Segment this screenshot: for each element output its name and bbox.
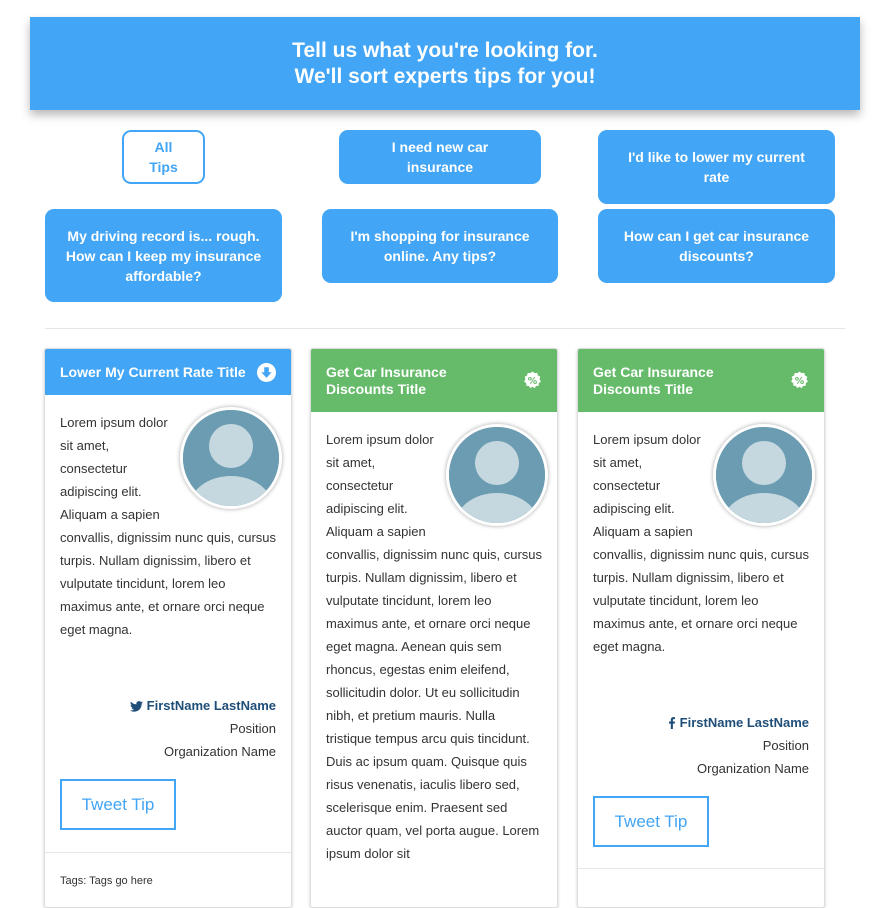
author-name-text: FirstName LastName bbox=[146, 698, 276, 713]
filter-discounts[interactable]: How can I get car insurance discounts? bbox=[598, 209, 835, 283]
facebook-icon bbox=[668, 717, 675, 729]
download-arrow-icon bbox=[257, 362, 276, 382]
filter-label: I'm shopping for insurance online. Any t… bbox=[350, 228, 530, 264]
hero-banner: Tell us what you're looking for. We'll s… bbox=[30, 17, 860, 110]
author-avatar bbox=[713, 424, 815, 526]
filter-label: I need new car insurance bbox=[391, 139, 489, 175]
author-organization: Organization Name bbox=[697, 761, 809, 776]
card-body: Lorem ipsum dolor sit amet, consectetur … bbox=[326, 424, 548, 865]
percent-badge-icon: % bbox=[791, 371, 808, 389]
hero-title-line-1: Tell us what you're looking for. bbox=[292, 38, 598, 62]
card-body: Lorem ipsum dolor sit amet, consectetur … bbox=[593, 424, 815, 658]
card-separator bbox=[578, 868, 824, 869]
tweet-tip-button[interactable]: Tweet Tip bbox=[60, 779, 176, 830]
author-organization: Organization Name bbox=[164, 744, 276, 759]
card-title: Lower My Current Rate Title bbox=[60, 363, 246, 380]
filter-shopping-online[interactable]: I'm shopping for insurance online. Any t… bbox=[322, 209, 558, 283]
person-placeholder-icon bbox=[716, 427, 812, 523]
author-block: FirstName LastName Position Organization… bbox=[129, 694, 276, 763]
twitter-icon bbox=[129, 701, 143, 712]
svg-text:%: % bbox=[528, 376, 538, 387]
tweet-tip-label: Tweet Tip bbox=[81, 794, 155, 814]
tweet-tip-button[interactable]: Tweet Tip bbox=[593, 796, 709, 847]
section-divider bbox=[45, 328, 845, 329]
card-header: Lower My Current Rate Title bbox=[45, 349, 291, 395]
tip-card-lower-rate: Lower My Current Rate Title Lorem ipsum … bbox=[44, 348, 292, 908]
filter-driving-record[interactable]: My driving record is... rough. How can I… bbox=[45, 209, 282, 302]
card-header: Get Car Insurance Discounts Title % bbox=[311, 349, 557, 412]
card-tags: Tags: Tags go here bbox=[60, 875, 153, 887]
card-title: Get Car Insurance Discounts Title bbox=[593, 363, 714, 397]
author-avatar bbox=[446, 424, 548, 526]
filter-label: How can I get car insurance discounts? bbox=[623, 228, 810, 264]
hero-title-line-2: We'll sort experts tips for you! bbox=[294, 64, 596, 88]
card-title: Get Car Insurance Discounts Title bbox=[326, 363, 447, 397]
card-header: Get Car Insurance Discounts Title % bbox=[578, 349, 824, 412]
author-position: Position bbox=[229, 721, 276, 736]
filter-label: My driving record is... rough. How can I… bbox=[65, 227, 262, 284]
author-position: Position bbox=[762, 738, 809, 753]
person-placeholder-icon bbox=[449, 427, 545, 523]
author-name[interactable]: FirstName LastName bbox=[668, 711, 809, 734]
filter-new-car-insurance[interactable]: I need new car insurance bbox=[339, 130, 541, 184]
filter-all-tips[interactable]: All Tips bbox=[122, 130, 205, 184]
author-avatar bbox=[180, 407, 282, 509]
author-name[interactable]: FirstName LastName bbox=[129, 694, 276, 717]
svg-text:%: % bbox=[795, 376, 805, 387]
card-separator bbox=[45, 852, 291, 853]
tweet-tip-label: Tweet Tip bbox=[614, 811, 688, 831]
filter-label: I'd like to lower my current rate bbox=[628, 149, 805, 185]
author-name-text: FirstName LastName bbox=[679, 715, 809, 730]
tip-card-discounts: Get Car Insurance Discounts Title % Lore… bbox=[310, 348, 558, 908]
author-block: FirstName LastName Position Organization… bbox=[668, 711, 809, 780]
percent-badge-icon: % bbox=[524, 371, 541, 389]
filter-label: All Tips bbox=[149, 139, 178, 175]
card-body: Lorem ipsum dolor sit amet, consectetur … bbox=[60, 407, 282, 641]
filter-lower-rate[interactable]: I'd like to lower my current rate bbox=[598, 130, 835, 204]
person-placeholder-icon bbox=[183, 410, 279, 506]
tip-card-discounts-2: Get Car Insurance Discounts Title % Lore… bbox=[577, 348, 825, 908]
